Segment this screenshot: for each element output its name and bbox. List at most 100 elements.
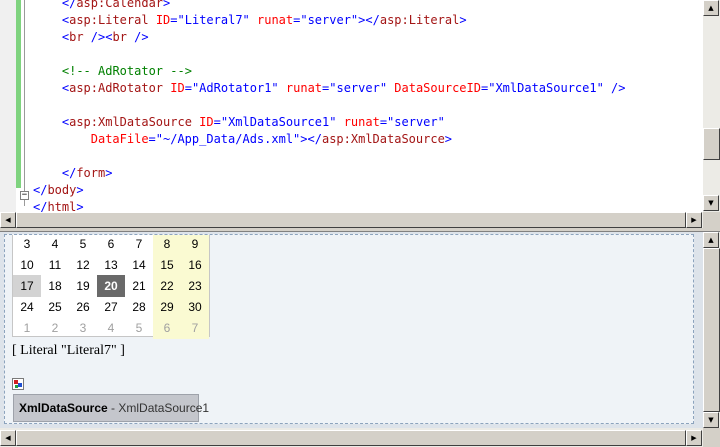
calendar-day[interactable]: 5 (125, 317, 153, 339)
calendar-day[interactable]: 17 (13, 275, 41, 297)
design-vertical-scroll-thumb[interactable] (703, 248, 720, 412)
arrow-down-icon[interactable]: ▼ (703, 412, 719, 428)
xmldatasource-type-label: XmlDataSource (19, 401, 108, 415)
calendar-day[interactable]: 19 (69, 275, 97, 297)
code-line[interactable]: </form> (62, 165, 113, 182)
design-horizontal-scroll-thumb[interactable] (16, 430, 686, 446)
code-line[interactable]: </html> (33, 199, 84, 212)
calendar-day[interactable]: 13 (97, 254, 125, 276)
code-token: </ (61, 0, 77, 10)
code-line[interactable]: <br /><br /> (62, 29, 149, 46)
xmldatasource-control[interactable]: XmlDataSource - XmlDataSource1 (13, 394, 209, 422)
code-line[interactable]: DataFile="~/App_Data/Ads.xml"></asp:XmlD… (91, 131, 452, 148)
arrow-up-icon[interactable]: ▲ (703, 0, 719, 16)
calendar-day[interactable]: 26 (69, 296, 97, 318)
calendar-day[interactable]: 12 (69, 254, 97, 276)
calendar-day[interactable]: 25 (41, 296, 69, 318)
design-horizontal-scrollbar[interactable]: ◀ ▶ (0, 428, 703, 447)
arrow-up-icon[interactable]: ▲ (703, 232, 719, 248)
calendar-day[interactable]: 29 (153, 296, 181, 318)
calendar-day[interactable]: 4 (97, 317, 125, 339)
arrow-right-icon[interactable]: ▶ (686, 430, 702, 446)
calendar-day[interactable]: 16 (181, 254, 209, 276)
literal-placeholder[interactable]: [ Literal "Literal7" ] (12, 342, 125, 360)
calendar-day[interactable]: 28 (125, 296, 153, 318)
arrow-left-icon[interactable]: ◀ (0, 430, 16, 446)
code-token: </ (33, 200, 48, 212)
calendar-day[interactable]: 27 (97, 296, 125, 318)
code-token: asp:Calendar (76, 0, 164, 10)
calendar-day[interactable]: 15 (153, 254, 181, 276)
source-code-editor[interactable]: − </asp:Calendar> <asp:Literal ID="Litera… (0, 0, 720, 212)
editor-horizontal-scrollbar[interactable]: ◀ ▶ (0, 212, 703, 228)
code-token: runat (285, 81, 323, 95)
calendar-day[interactable]: 9 (181, 235, 209, 255)
code-token: > (163, 0, 171, 10)
code-token: > (76, 183, 84, 197)
calendar-week-row: 1234567 (13, 317, 211, 339)
code-token: asp:Literal (69, 13, 149, 27)
code-token: asp:XmlDataSource (321, 132, 445, 146)
editor-vertical-scrollbar[interactable]: ▲ ▼ (703, 0, 720, 212)
code-token: "XmlDataSource1" (488, 81, 604, 95)
code-token: = (148, 132, 156, 146)
calendar-day[interactable]: 22 (153, 275, 181, 297)
calendar-day[interactable]: 24 (13, 296, 41, 318)
calendar-day[interactable]: 1 (13, 317, 41, 339)
calendar-day[interactable]: 7 (181, 317, 209, 339)
calendar-day[interactable]: 18 (41, 275, 69, 297)
arrow-right-icon[interactable]: ▶ (686, 212, 702, 228)
scroll-corner (703, 428, 720, 447)
code-token: "~/App_Data/Ads.xml" (155, 132, 301, 146)
code-token: br (112, 30, 127, 44)
code-line[interactable]: </body> (33, 182, 84, 199)
code-token: <!-- AdRotator --> (61, 64, 192, 78)
calendar-day[interactable]: 21 (125, 275, 153, 297)
code-token: ID (199, 115, 214, 129)
code-token: = (184, 81, 192, 95)
calendar-day[interactable]: 14 (125, 254, 153, 276)
xmldatasource-id-label: - XmlDataSource1 (107, 401, 210, 415)
calendar-day[interactable]: 4 (41, 235, 69, 255)
calendar-day[interactable]: 3 (13, 235, 41, 255)
code-token: asp:AdRotator (69, 81, 164, 95)
code-token: "server" (387, 115, 445, 129)
code-token: > (459, 13, 467, 27)
calendar-day[interactable]: 7 (125, 235, 153, 255)
calendar-day[interactable]: 10 (13, 254, 41, 276)
calendar-control[interactable]: 3 4 5 6 7 8 9 10 11 12 13 14 15 16 17 18 19 20 21 22 23 24 25 2… (12, 235, 211, 339)
code-line[interactable]: </asp:Calendar> (62, 0, 170, 12)
calendar-week-row: 17 18 19 20 21 22 23 (13, 275, 211, 297)
calendar-day[interactable]: 6 (97, 235, 125, 255)
code-line[interactable]: <asp:XmlDataSource ID="XmlDataSource1" r… (62, 114, 445, 131)
calendar-day[interactable]: 5 (69, 235, 97, 255)
arrow-left-icon[interactable]: ◀ (0, 212, 16, 228)
design-vertical-scrollbar[interactable]: ▲ ▼ (703, 232, 720, 428)
code-line[interactable]: <asp:AdRotator ID="AdRotator1" runat="se… (62, 80, 626, 97)
collapse-toggle-icon[interactable]: − (20, 191, 29, 200)
arrow-down-icon[interactable]: ▼ (703, 195, 719, 211)
calendar-day[interactable]: 6 (153, 317, 181, 339)
code-token: = (170, 13, 178, 27)
code-line[interactable]: <asp:Literal ID="Literal7" runat="server… (62, 12, 467, 29)
adrotator-icon[interactable] (12, 378, 24, 390)
code-token: ID (170, 81, 185, 95)
code-token: html (47, 200, 77, 212)
code-line[interactable]: <!-- AdRotator --> (62, 63, 192, 80)
code-token: body (47, 183, 77, 197)
code-token: DataFile (90, 132, 149, 146)
calendar-day[interactable]: 8 (153, 235, 181, 255)
calendar-day[interactable]: 30 (181, 296, 209, 318)
calendar-day[interactable]: 2 (41, 317, 69, 339)
design-surface[interactable]: 3 4 5 6 7 8 9 10 11 12 13 14 15 16 17 18 19 20 21 22 23 24 25 2… (4, 234, 694, 424)
calendar-day[interactable]: 11 (41, 254, 69, 276)
calendar-day[interactable]: 23 (181, 275, 209, 297)
code-token: = (213, 115, 221, 129)
calendar-day[interactable]: 20 (97, 275, 125, 297)
code-token: ></ (358, 13, 380, 27)
editor-vertical-scroll-thumb[interactable] (703, 128, 720, 160)
calendar-day[interactable]: 3 (69, 317, 97, 339)
editor-horizontal-scroll-thumb[interactable] (16, 212, 686, 228)
